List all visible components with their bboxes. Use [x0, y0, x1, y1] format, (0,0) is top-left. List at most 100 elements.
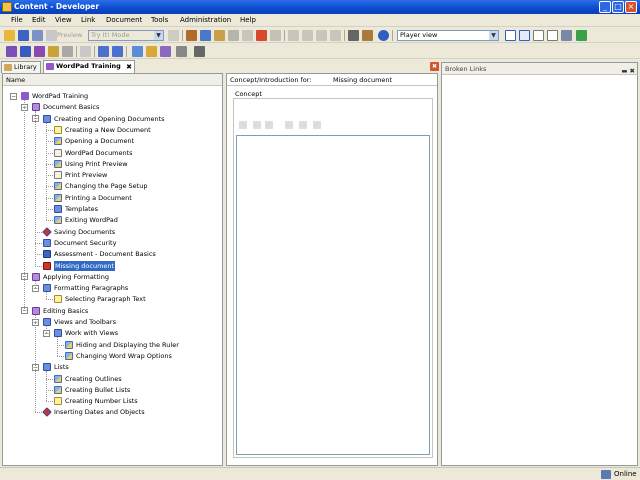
layout-outline-icon[interactable]: [519, 30, 530, 41]
rename-icon[interactable]: [242, 30, 253, 41]
menu-document[interactable]: Document: [106, 16, 142, 24]
glossary-icon[interactable]: [176, 46, 187, 57]
tab-wordpad-training[interactable]: WordPad Training ✖: [43, 60, 135, 73]
print-icon[interactable]: [46, 30, 57, 41]
main-toolbar: Preview Try It! Mode ▼ Player view ▼: [0, 28, 640, 43]
view-combo[interactable]: Player view ▼: [397, 30, 499, 41]
publish-icon[interactable]: [256, 30, 267, 41]
help-icon[interactable]: [378, 30, 389, 41]
concept-group: [233, 98, 433, 458]
mixed-icon: [54, 193, 62, 202]
refresh-icon[interactable]: [576, 30, 587, 41]
topic-icon: [43, 363, 51, 372]
name-column-header[interactable]: Name: [3, 74, 222, 86]
tree-item-label: Exiting WordPad: [65, 216, 118, 225]
tree-item-label: Changing Word Wrap Options: [76, 351, 172, 360]
demote-icon[interactable]: [146, 46, 157, 57]
minimize-button[interactable]: _: [599, 1, 611, 13]
menu-help[interactable]: Help: [240, 16, 256, 24]
close-icon[interactable]: ✖: [126, 62, 132, 73]
tree-expander[interactable]: −: [10, 92, 17, 100]
save-all-icon[interactable]: [32, 30, 43, 41]
layout-topic-icon[interactable]: [547, 30, 558, 41]
concept-header: Concept/Introduction for: Missing docume…: [227, 74, 437, 86]
menu-link[interactable]: Link: [81, 16, 95, 24]
indent-icon[interactable]: [316, 30, 327, 41]
close-pane-icon[interactable]: ✖: [630, 67, 635, 75]
menu-view[interactable]: View: [55, 16, 72, 24]
preview-button[interactable]: Preview: [57, 30, 82, 41]
minimize-pane-icon[interactable]: ▬: [621, 67, 627, 75]
chapter-icon: [32, 103, 40, 112]
promote-icon[interactable]: [132, 46, 143, 57]
toolbar-separator: [126, 46, 127, 57]
arrow-down-icon[interactable]: [112, 46, 123, 57]
idea-icon: [54, 295, 62, 304]
link-icon[interactable]: [239, 121, 247, 129]
concept-pane: Concept/Introduction for: Missing docume…: [226, 73, 438, 466]
diamond-icon: [42, 407, 52, 418]
spell-check-icon[interactable]: [362, 30, 373, 41]
document-icon[interactable]: [313, 121, 321, 129]
toolbar-separator: [94, 46, 95, 57]
mode-combo[interactable]: Try It! Mode ▼: [88, 30, 164, 41]
layout-frame-icon[interactable]: [533, 30, 544, 41]
menu-edit[interactable]: Edit: [32, 16, 46, 24]
new-document-icon[interactable]: [253, 121, 261, 129]
mixed-icon: [65, 351, 73, 360]
new-topic-icon[interactable]: [34, 46, 45, 57]
copy-icon[interactable]: [265, 121, 273, 129]
new-module-icon[interactable]: [6, 46, 17, 57]
open-icon[interactable]: [4, 30, 15, 41]
paste-icon[interactable]: [214, 30, 225, 41]
menu-file[interactable]: File: [11, 16, 23, 24]
tree-item-label: Creating Number Lists: [65, 397, 138, 406]
tab-label: WordPad Training: [56, 62, 121, 70]
check-in-icon[interactable]: [561, 30, 572, 41]
broken-links-title: Broken Links: [445, 65, 487, 73]
undo-icon[interactable]: [288, 30, 299, 41]
new-section-icon[interactable]: [20, 46, 31, 57]
toolbar-separator: [284, 30, 285, 41]
tab-library[interactable]: Library: [1, 61, 41, 73]
mixed-icon: [54, 182, 62, 191]
new-package-icon[interactable]: [62, 46, 73, 57]
delete-icon[interactable]: [228, 30, 239, 41]
tree-item-label: WordPad Training: [32, 92, 89, 100]
layout-split-icon[interactable]: [505, 30, 516, 41]
redo-icon[interactable]: [302, 30, 313, 41]
arrow-up-icon[interactable]: [98, 46, 109, 57]
properties-icon[interactable]: [270, 30, 281, 41]
tree-item-label: Missing document: [54, 260, 116, 271]
new-web-page-icon[interactable]: [48, 46, 59, 57]
play-icon[interactable]: [168, 30, 179, 41]
tree-item-label: Editing Basics: [43, 306, 89, 315]
mixed-icon: [54, 374, 62, 383]
settings-icon[interactable]: [80, 46, 91, 57]
chevron-down-icon: ▼: [489, 31, 498, 40]
topic-icon: [54, 205, 62, 213]
tree-connector: [46, 152, 53, 154]
pencil-icon[interactable]: [285, 121, 293, 129]
close-pane-icon[interactable]: ✖: [430, 62, 439, 71]
status-text: Online: [614, 470, 637, 478]
tree-guide: [35, 111, 36, 266]
save-icon[interactable]: [18, 30, 29, 41]
menu-tools[interactable]: Tools: [151, 16, 168, 24]
find-icon[interactable]: [348, 30, 359, 41]
close-button[interactable]: ×: [625, 1, 637, 13]
chapter-icon: [32, 306, 40, 315]
page-icon: [54, 148, 62, 157]
cut-icon[interactable]: [186, 30, 197, 41]
tree-guide: [35, 280, 36, 289]
concept-content-area[interactable]: [236, 135, 430, 455]
settings-icon[interactable]: [299, 121, 307, 129]
tree-connector: [46, 163, 53, 165]
copy-icon[interactable]: [200, 30, 211, 41]
outdent-icon[interactable]: [330, 30, 341, 41]
menu-administration[interactable]: Administration: [180, 16, 231, 24]
unlink-icon[interactable]: [194, 46, 205, 57]
link-icon[interactable]: [160, 46, 171, 57]
toolbar-separator: [344, 30, 345, 41]
maximize-button[interactable]: □: [612, 1, 624, 13]
